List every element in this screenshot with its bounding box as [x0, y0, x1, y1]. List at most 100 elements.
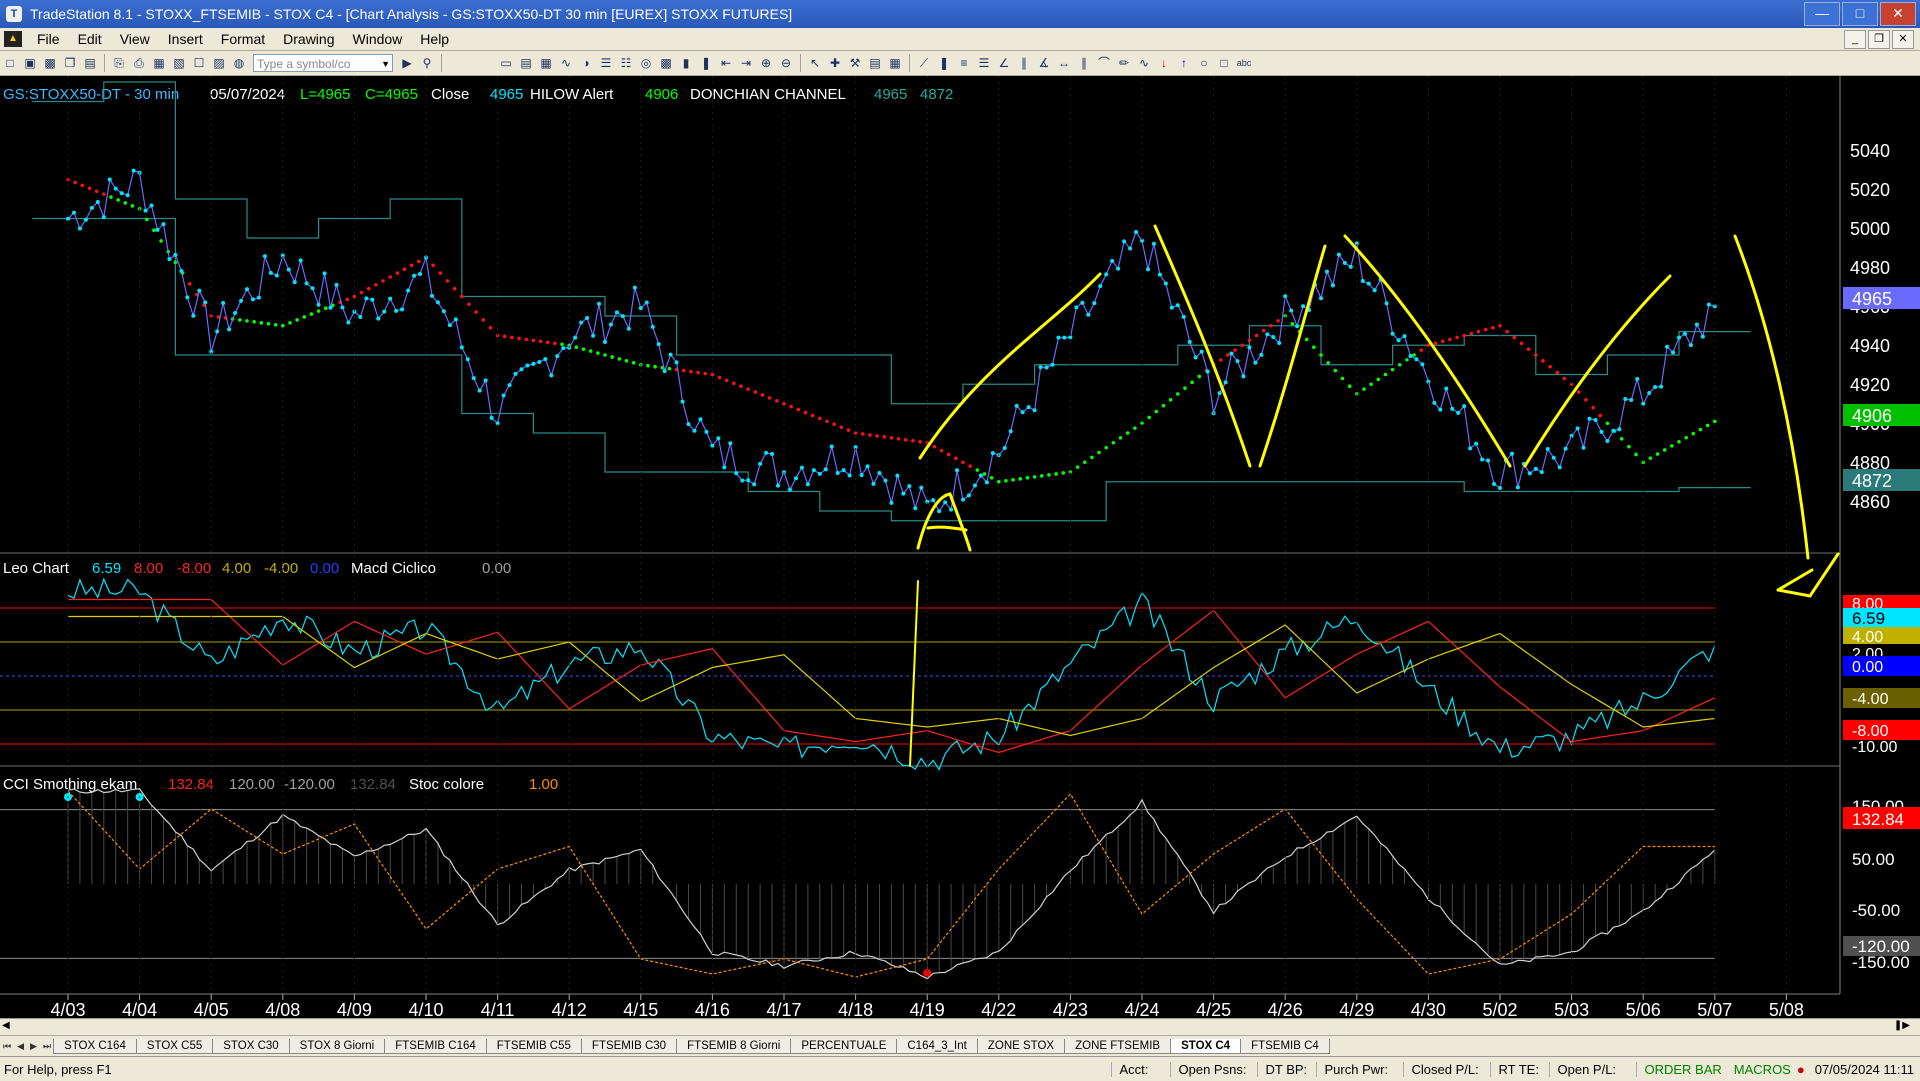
- fib-icon[interactable]: ☰: [976, 55, 992, 71]
- arrow-down-icon[interactable]: ↓: [1156, 55, 1172, 71]
- strategy-icon[interactable]: ◑: [578, 55, 594, 71]
- tab-prev-icon[interactable]: ◀: [14, 1041, 27, 1052]
- tab-zone-ftsemib[interactable]: ZONE FTSEMIB: [1064, 1038, 1172, 1054]
- symbol-list-icon[interactable]: ☷: [618, 55, 634, 71]
- tab-last-icon[interactable]: ⏭: [40, 1041, 54, 1052]
- data-window-icon[interactable]: ▤: [867, 55, 883, 71]
- chevron-down-icon[interactable]: ▼: [381, 55, 390, 73]
- paste-icon[interactable]: ▤: [82, 55, 98, 71]
- arrow-up-icon[interactable]: ↑: [1176, 55, 1192, 71]
- save-icon[interactable]: ▩: [42, 55, 58, 71]
- hilow-alert-dot: [1455, 335, 1459, 340]
- radar-icon[interactable]: ◎: [638, 55, 654, 71]
- zoom-out-icon[interactable]: ⊖: [778, 55, 794, 71]
- symbol-search-icon[interactable]: ⚲: [419, 55, 435, 71]
- tab-ftsemib-c30[interactable]: FTSEMIB C30: [580, 1038, 678, 1054]
- extension-icon[interactable]: ↔: [1056, 55, 1072, 71]
- tab-stox-c164[interactable]: STOX C164: [53, 1038, 137, 1054]
- tab-ftsemib-c55[interactable]: FTSEMIB C55: [485, 1038, 582, 1054]
- zoom-in-icon[interactable]: ⊕: [758, 55, 774, 71]
- hbar-icon[interactable]: ▮: [678, 55, 694, 71]
- matrix-icon[interactable]: ▩: [658, 55, 674, 71]
- symbol-input[interactable]: Type a symbol/co ▼: [253, 54, 393, 72]
- gann-icon[interactable]: ∠: [996, 55, 1012, 71]
- open-folder-icon[interactable]: ▣: [22, 55, 38, 71]
- tools-icon[interactable]: ⚒: [847, 55, 863, 71]
- order-bar-button[interactable]: ORDER BAR: [1635, 1061, 1730, 1077]
- print-preview-icon[interactable]: ⎙: [131, 55, 147, 71]
- tab-stox-8-giorni[interactable]: STOX 8 Giorni: [288, 1038, 386, 1054]
- hilow-alert-dot: [1269, 323, 1273, 328]
- tab-stox-c30[interactable]: STOX C30: [212, 1038, 290, 1054]
- trendline-icon[interactable]: ⟋: [916, 55, 932, 71]
- menu-help[interactable]: Help: [411, 31, 458, 47]
- arc-icon[interactable]: ⌒: [1096, 55, 1112, 71]
- new-icon[interactable]: □: [2, 55, 18, 71]
- scroll-right-arrow-icon[interactable]: ❚▶: [1894, 1020, 1910, 1031]
- vertical-lines-icon[interactable]: ❚: [936, 55, 952, 71]
- tab-next-icon[interactable]: ▶: [27, 1041, 40, 1052]
- tab-c164-3-int[interactable]: C164_3_Int: [896, 1038, 978, 1054]
- tab-ftsemib-8-giorni[interactable]: FTSEMIB 8 Giorni: [676, 1038, 792, 1054]
- tab-ftsemib-c4[interactable]: FTSEMIB C4: [1240, 1038, 1330, 1054]
- rectangle-icon[interactable]: □: [1216, 55, 1232, 71]
- price-close-dot: [1092, 301, 1097, 306]
- go-arrow-icon[interactable]: ▶: [399, 55, 415, 71]
- andrews-icon[interactable]: ∥: [1016, 55, 1032, 71]
- menu-view[interactable]: View: [111, 31, 159, 47]
- tab-zone-stox[interactable]: ZONE STOX: [976, 1038, 1066, 1054]
- curve-icon[interactable]: ∿: [1136, 55, 1152, 71]
- ellipse-icon[interactable]: ○: [1196, 55, 1212, 71]
- bar-chart-icon[interactable]: ▤: [518, 55, 534, 71]
- mdi-close-button[interactable]: ✕: [1892, 30, 1914, 49]
- maximize-button[interactable]: □: [1842, 2, 1878, 26]
- print-icon[interactable]: ⎘: [111, 55, 127, 71]
- shortcut-icon[interactable]: ▦: [887, 55, 903, 71]
- price-close-dot: [131, 168, 136, 173]
- mdi-restore-button[interactable]: ❐: [1868, 30, 1890, 49]
- scroll-right-icon[interactable]: ⇥: [738, 55, 754, 71]
- grid-icon[interactable]: ▧: [171, 55, 187, 71]
- tab-stox-c4[interactable]: STOX C4: [1170, 1038, 1242, 1054]
- hilow-alert-dot: [710, 372, 715, 377]
- tab-stox-c55[interactable]: STOX C55: [135, 1038, 214, 1054]
- scroll-left-icon[interactable]: ⇤: [718, 55, 734, 71]
- copy-icon[interactable]: ❐: [62, 55, 78, 71]
- channel-icon[interactable]: ∥: [1076, 55, 1092, 71]
- table-icon[interactable]: ▦: [538, 55, 554, 71]
- angle-icon[interactable]: ∡: [1036, 55, 1052, 71]
- tab-percentuale[interactable]: PERCENTUALE: [790, 1038, 898, 1054]
- menu-file[interactable]: File: [28, 31, 69, 47]
- chart-canvas[interactable]: GS:STOXX50-DT - 30 min 05/07/2024 L=4965…: [0, 76, 1920, 1020]
- chart-analysis-window[interactable]: GS:STOXX50-DT - 30 min 05/07/2024 L=4965…: [0, 76, 1920, 1034]
- bars-icon[interactable]: ❚: [698, 55, 714, 71]
- scroll-left-arrow-icon[interactable]: ◀: [2, 1020, 10, 1031]
- pointer-icon[interactable]: ↖: [807, 55, 823, 71]
- menu-insert[interactable]: Insert: [159, 31, 212, 47]
- window-icon[interactable]: ▦: [151, 55, 167, 71]
- layout-icon[interactable]: ▨: [211, 55, 227, 71]
- menu-format[interactable]: Format: [212, 31, 274, 47]
- macros-button[interactable]: MACROS: [1730, 1062, 1795, 1077]
- minimize-button[interactable]: —: [1804, 2, 1840, 26]
- pen-icon[interactable]: ✏: [1116, 55, 1132, 71]
- link-icon[interactable]: ◍: [231, 55, 247, 71]
- menu-drawing[interactable]: Drawing: [274, 31, 343, 47]
- tab-ftsemib-c164[interactable]: FTSEMIB C164: [384, 1038, 487, 1054]
- menu-edit[interactable]: Edit: [69, 31, 111, 47]
- tab-first-icon[interactable]: ⏮: [0, 1041, 14, 1052]
- crosshair-icon[interactable]: ✚: [827, 55, 843, 71]
- chart-style-icon[interactable]: ▭: [498, 55, 514, 71]
- horizontal-scrollbar[interactable]: ◀ ❚▶: [0, 1018, 1920, 1035]
- text-icon[interactable]: abc: [1236, 55, 1252, 71]
- horizontal-lines-icon[interactable]: ≡: [956, 55, 972, 71]
- cci-axis: 150.00 132.84 50.00 -50.00 -120.00 -150.…: [1843, 797, 1920, 972]
- menu-window[interactable]: Window: [344, 31, 412, 47]
- mdi-minimize-button[interactable]: _: [1844, 30, 1866, 49]
- format-icon[interactable]: ☰: [598, 55, 614, 71]
- date-label: 4/30: [1411, 1000, 1446, 1018]
- close-button[interactable]: ✕: [1880, 2, 1916, 26]
- price-close-dot: [215, 329, 220, 334]
- lock-icon[interactable]: ☐: [191, 55, 207, 71]
- indicator-icon[interactable]: ∿: [558, 55, 574, 71]
